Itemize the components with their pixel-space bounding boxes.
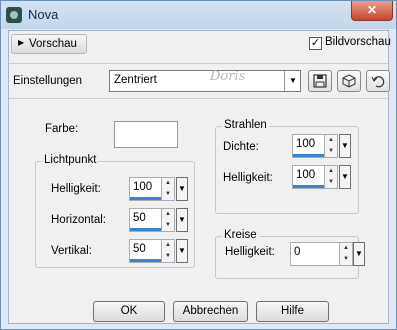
cancel-button[interactable]: Abbrechen: [173, 301, 248, 322]
chevron-down-icon[interactable]: ▼: [176, 239, 188, 263]
lightpoint-horizontal-value: 50: [133, 212, 146, 224]
rays-density-label: Dichte:: [223, 141, 259, 153]
play-icon: ▶: [18, 38, 25, 47]
reset-button[interactable]: [366, 70, 390, 92]
color-swatch[interactable]: [114, 121, 178, 148]
preview-toggle-label: Vorschau: [29, 38, 77, 50]
chevron-down-icon[interactable]: ▼: [353, 242, 365, 266]
save-icon: [313, 74, 327, 88]
chevron-down-icon[interactable]: ▼: [176, 177, 188, 201]
dialog-window: Nova ✕ ▶ Vorschau ✓ Bildvorschau Einstel…: [0, 0, 397, 330]
value-bar: [293, 185, 324, 188]
reset-icon: [371, 76, 385, 88]
chevron-down-icon[interactable]: ▼: [176, 208, 188, 232]
circles-brightness-spinner[interactable]: 0 ▲ ▼ ▼: [290, 242, 365, 266]
lightpoint-brightness-label: Helligkeit:: [51, 183, 101, 195]
spin-arrows-icon[interactable]: ▲ ▼: [162, 177, 175, 201]
rays-brightness-value: 100: [296, 169, 316, 181]
spin-arrows-icon[interactable]: ▲ ▼: [162, 208, 175, 232]
circles-brightness-value: 0: [294, 246, 301, 258]
lightpoint-vertical-spinner[interactable]: 50 ▲ ▼ ▼: [129, 239, 189, 263]
rays-brightness-spinner[interactable]: 100 ▲ ▼ ▼: [292, 165, 352, 189]
spin-arrows-icon[interactable]: ▲ ▼: [340, 242, 353, 266]
value-bar: [130, 197, 161, 200]
lightpoint-vertical-label: Vertikal:: [51, 245, 92, 257]
randomize-button[interactable]: [337, 70, 361, 92]
app-icon: [6, 7, 22, 23]
preview-checkbox-label: Bildvorschau: [325, 36, 391, 48]
spin-arrows-icon[interactable]: ▲ ▼: [325, 134, 338, 158]
spin-arrows-icon[interactable]: ▲ ▼: [325, 165, 338, 189]
spin-arrows-icon[interactable]: ▲ ▼: [162, 239, 175, 263]
lightpoint-vertical-value: 50: [133, 243, 146, 255]
save-preset-button[interactable]: [308, 70, 332, 92]
help-button[interactable]: Hilfe: [256, 301, 329, 322]
chevron-down-icon[interactable]: ▼: [339, 165, 351, 189]
circles-title: Kreise: [222, 229, 259, 241]
window-title: Nova: [28, 7, 59, 22]
value-bar: [130, 228, 161, 231]
settings-label: Einstellungen: [13, 75, 83, 87]
cube-icon: [342, 74, 356, 88]
ok-button[interactable]: OK: [93, 301, 165, 322]
rays-brightness-label: Helligkeit:: [223, 172, 273, 184]
lightpoint-brightness-spinner[interactable]: 100 ▲ ▼ ▼: [129, 177, 189, 201]
preview-checkbox[interactable]: ✓: [309, 37, 322, 50]
color-label: Farbe:: [45, 123, 79, 135]
value-bar: [293, 154, 324, 157]
settings-dropdown[interactable]: Zentriert Doris ▼: [109, 69, 301, 92]
lightpoint-brightness-value: 100: [133, 181, 153, 193]
watermark-logo: Doris: [210, 69, 246, 84]
chevron-down-icon: ▼: [284, 71, 301, 91]
lightpoint-horizontal-spinner[interactable]: 50 ▲ ▼ ▼: [129, 208, 189, 232]
preview-toggle-button[interactable]: ▶ Vorschau: [11, 34, 87, 54]
chevron-down-icon[interactable]: ▼: [339, 134, 351, 158]
close-button[interactable]: ✕: [351, 1, 393, 21]
settings-value: Zentriert: [114, 74, 157, 86]
title-bar: Nova ✕: [1, 1, 396, 29]
rays-density-spinner[interactable]: 100 ▲ ▼ ▼: [292, 134, 352, 158]
lightpoint-title: Lichtpunkt: [42, 154, 99, 166]
dialog-body: ▶ Vorschau ✓ Bildvorschau Einstellungen …: [8, 30, 391, 324]
value-bar: [130, 259, 161, 262]
rays-title: Strahlen: [222, 119, 269, 131]
circles-brightness-label: Helligkeit:: [225, 246, 275, 258]
rays-density-value: 100: [296, 138, 316, 150]
lightpoint-horizontal-label: Horizontal:: [51, 214, 106, 226]
